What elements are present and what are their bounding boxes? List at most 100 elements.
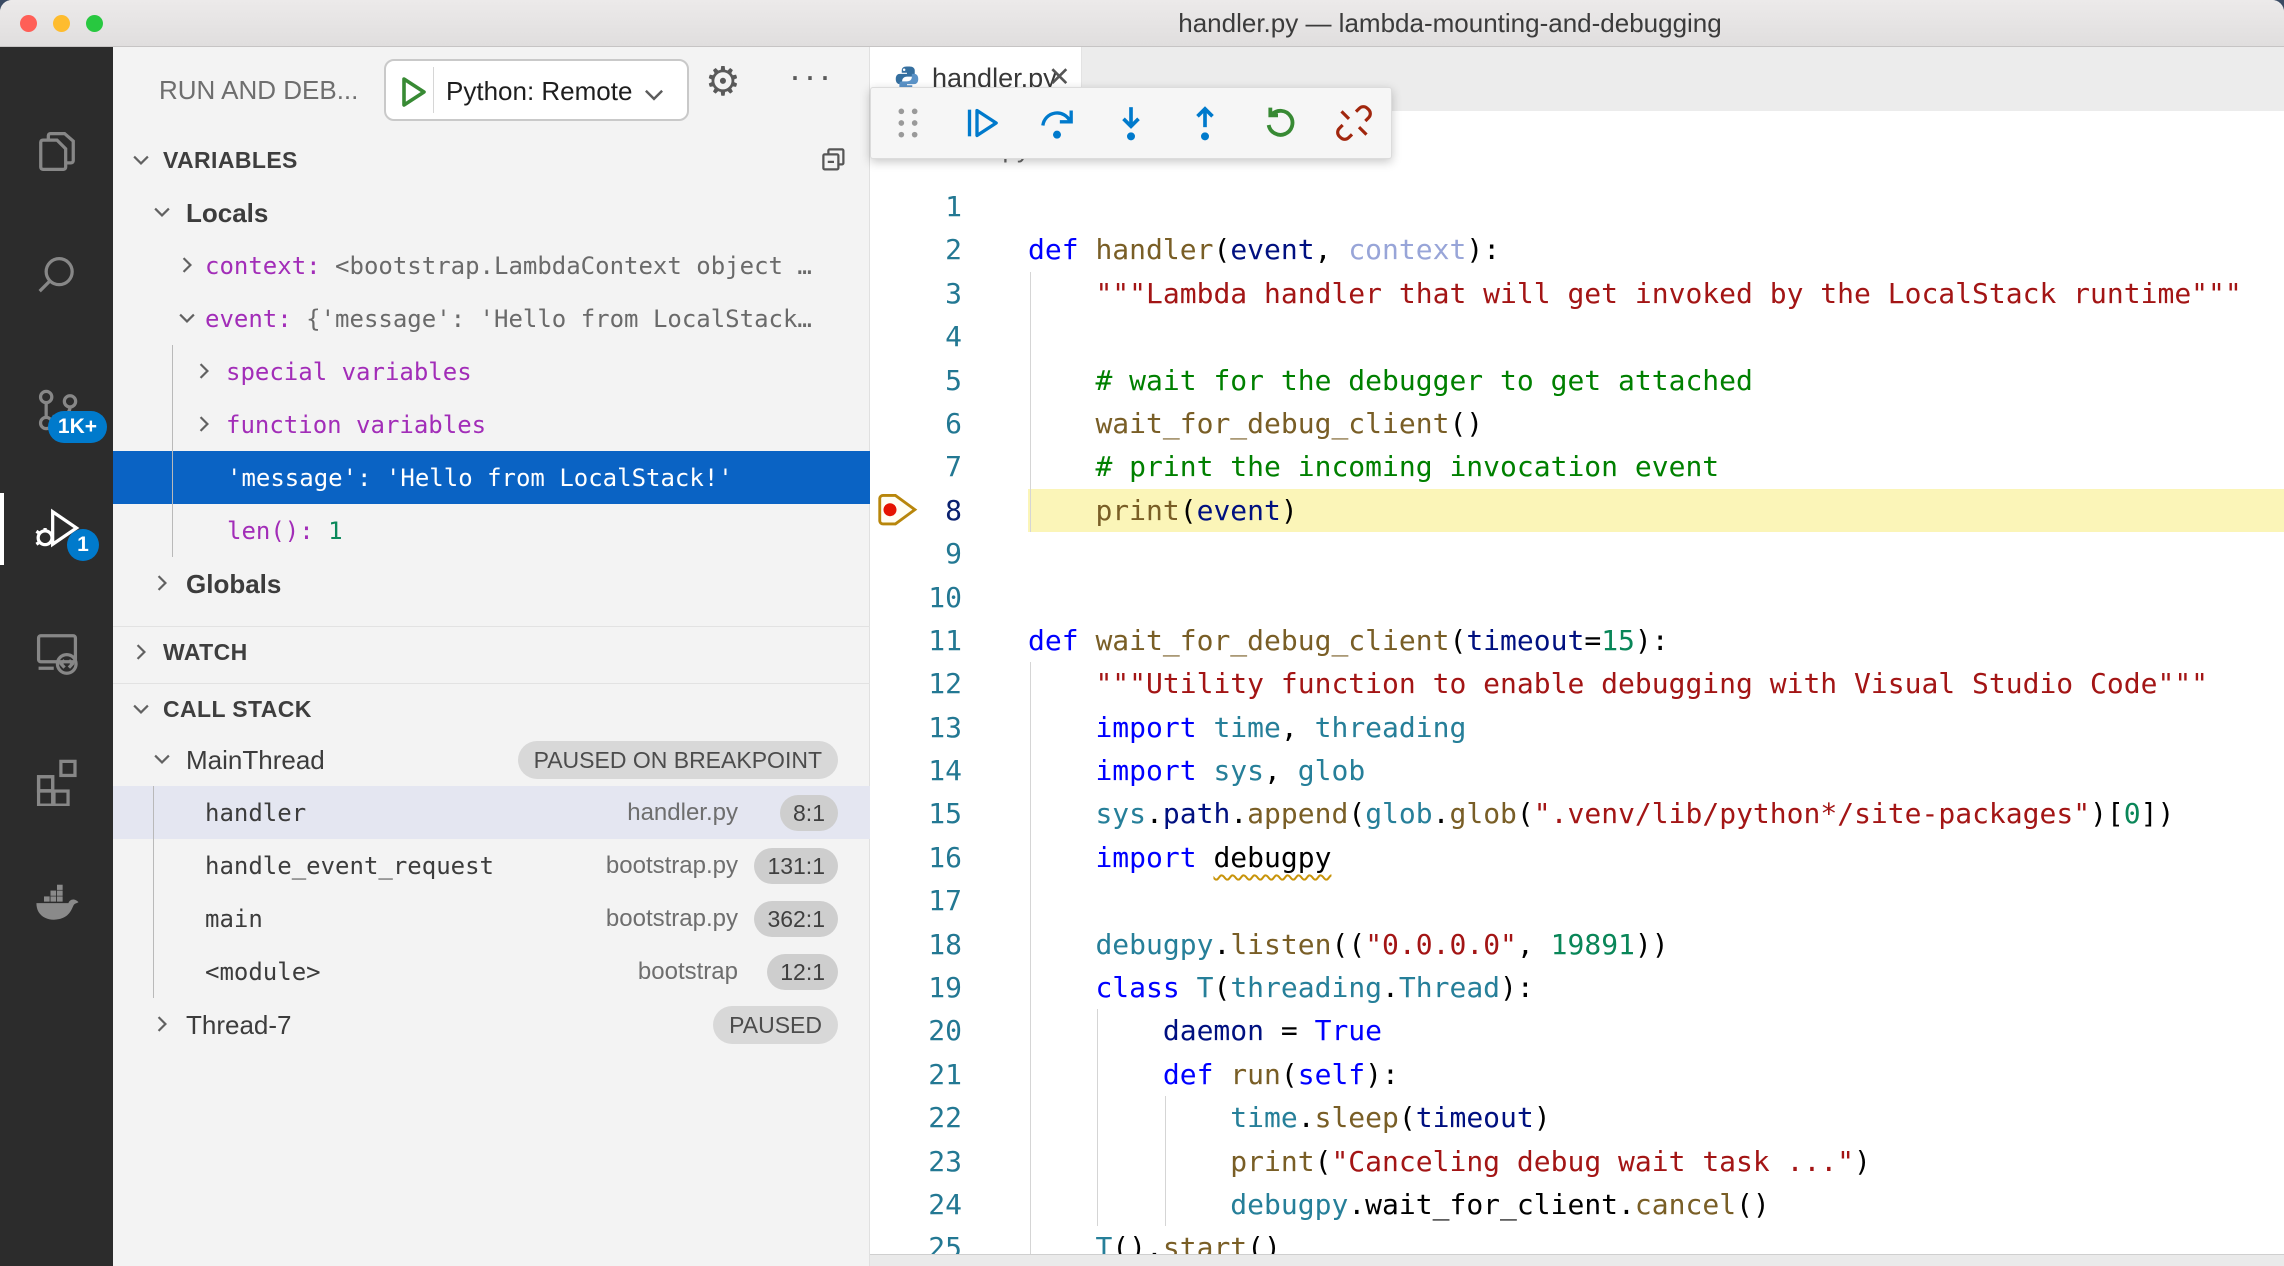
gutter-line-10[interactable]: 10 [870, 576, 1028, 619]
code-content-line-15[interactable]: sys.path.append(glob.glob(".venv/lib/pyt… [1028, 792, 2284, 835]
code-content-line-7[interactable]: # print the incoming invocation event [1028, 445, 2284, 488]
step-over-icon[interactable] [1034, 100, 1080, 146]
code-line-10[interactable]: 10 [870, 576, 2284, 619]
code-line-1[interactable]: 1 [870, 185, 2284, 228]
call-stack-row-main[interactable]: main362:1bootstrap.py [113, 892, 870, 945]
variables-section-header[interactable]: VARIABLES [113, 135, 870, 186]
code-line-3[interactable]: 3 """Lambda handler that will get invoke… [870, 272, 2284, 315]
chevron-down-icon[interactable] [130, 149, 152, 176]
gutter-line-23[interactable]: 23 [870, 1140, 1028, 1183]
code-content-line-3[interactable]: """Lambda handler that will get invoked … [1028, 272, 2284, 315]
code-line-24[interactable]: 24 debugpy.wait_for_client.cancel() [870, 1183, 2284, 1226]
code-line-11[interactable]: 11def wait_for_debug_client(timeout=15): [870, 619, 2284, 662]
code-content-line-8[interactable]: print(event) [1028, 489, 2284, 532]
code-line-16[interactable]: 16 import debugpy [870, 836, 2284, 879]
chevron-right-icon[interactable] [193, 360, 215, 387]
code-content-line-4[interactable] [1028, 315, 2284, 358]
code-line-21[interactable]: 21 def run(self): [870, 1053, 2284, 1096]
activity-docker-icon[interactable] [0, 861, 113, 947]
code-line-7[interactable]: 7 # print the incoming invocation event [870, 445, 2284, 488]
call-stack-row-handle-event-request[interactable]: handle_event_request131:1bootstrap.py [113, 839, 870, 892]
maximize-window-button[interactable] [86, 15, 103, 32]
code-line-17[interactable]: 17 [870, 879, 2284, 922]
code-line-22[interactable]: 22 time.sleep(timeout) [870, 1096, 2284, 1139]
horizontal-scrollbar[interactable] [870, 1254, 2284, 1266]
code-content-line-22[interactable]: time.sleep(timeout) [1028, 1096, 2284, 1139]
code-content-line-13[interactable]: import time, threading [1028, 706, 2284, 749]
continue-icon[interactable] [959, 100, 1005, 146]
gutter-line-18[interactable]: 18 [870, 923, 1028, 966]
variables-row-special-variables[interactable]: special variables [113, 345, 870, 398]
code-line-8[interactable]: 8 print(event) [870, 489, 2284, 532]
gutter-line-20[interactable]: 20 [870, 1009, 1028, 1052]
gutter-line-5[interactable]: 5 [870, 359, 1028, 402]
code-line-5[interactable]: 5 # wait for the debugger to get attache… [870, 359, 2284, 402]
chevron-down-icon[interactable] [151, 201, 173, 228]
call-stack-row-mainthread[interactable]: MainThreadPAUSED ON BREAKPOINT [113, 733, 870, 786]
code-content-line-10[interactable] [1028, 576, 2284, 619]
code-line-19[interactable]: 19 class T(threading.Thread): [870, 966, 2284, 1009]
more-actions-icon[interactable]: ··· [789, 55, 834, 97]
code-content-line-23[interactable]: print("Canceling debug wait task ...") [1028, 1140, 2284, 1183]
variables-row-function-variables[interactable]: function variables [113, 398, 870, 451]
code-content-line-2[interactable]: def handler(event, context): [1028, 228, 2284, 271]
gutter-line-1[interactable]: 1 [870, 185, 1028, 228]
gutter-line-19[interactable]: 19 [870, 966, 1028, 1009]
code-line-9[interactable]: 9 [870, 532, 2284, 575]
watch-section-header[interactable]: WATCH [113, 627, 870, 678]
breakpoint-current-line-icon[interactable] [875, 494, 921, 527]
code-line-4[interactable]: 4 [870, 315, 2284, 358]
step-out-icon[interactable] [1182, 100, 1228, 146]
gutter-line-17[interactable]: 17 [870, 879, 1028, 922]
chevron-down-icon[interactable] [641, 81, 667, 107]
disconnect-icon[interactable] [1331, 100, 1377, 146]
activity-search-icon[interactable] [0, 233, 113, 319]
code-content-line-5[interactable]: # wait for the debugger to get attached [1028, 359, 2284, 402]
code-content-line-19[interactable]: class T(threading.Thread): [1028, 966, 2284, 1009]
code-line-2[interactable]: 2def handler(event, context): [870, 228, 2284, 271]
code-line-23[interactable]: 23 print("Canceling debug wait task ..."… [870, 1140, 2284, 1183]
variables-row-event-[interactable]: event: {'message': 'Hello from LocalStac… [113, 292, 870, 345]
gutter-line-21[interactable]: 21 [870, 1053, 1028, 1096]
code-line-15[interactable]: 15 sys.path.append(glob.glob(".venv/lib/… [870, 792, 2284, 835]
gutter-line-14[interactable]: 14 [870, 749, 1028, 792]
code-line-20[interactable]: 20 daemon = True [870, 1009, 2284, 1052]
gear-icon[interactable]: ⚙ [705, 59, 741, 105]
code-content-line-6[interactable]: wait_for_debug_client() [1028, 402, 2284, 445]
gutter-line-12[interactable]: 12 [870, 662, 1028, 705]
code-line-13[interactable]: 13 import time, threading [870, 706, 2284, 749]
gutter-line-11[interactable]: 11 [870, 619, 1028, 662]
variables-row-context-[interactable]: context: <bootstrap.LambdaContext object… [113, 239, 870, 292]
gutter-line-9[interactable]: 9 [870, 532, 1028, 575]
code-line-12[interactable]: 12 """Utility function to enable debuggi… [870, 662, 2284, 705]
gutter-line-24[interactable]: 24 [870, 1183, 1028, 1226]
code-content-line-12[interactable]: """Utility function to enable debugging … [1028, 662, 2284, 705]
restart-icon[interactable] [1257, 100, 1303, 146]
chevron-right-icon[interactable] [151, 1013, 173, 1040]
activity-explorer-icon[interactable] [0, 109, 113, 195]
gutter-line-2[interactable]: 2 [870, 228, 1028, 271]
chevron-right-icon[interactable] [151, 572, 173, 599]
variables-row-locals[interactable]: Locals [113, 186, 870, 239]
code-content-line-11[interactable]: def wait_for_debug_client(timeout=15): [1028, 619, 2284, 662]
code-content-line-9[interactable] [1028, 532, 2284, 575]
minimize-window-button[interactable] [53, 15, 70, 32]
launch-config-label[interactable]: Python: Remote [446, 76, 632, 107]
chevron-down-icon[interactable] [176, 307, 198, 334]
code-content-line-14[interactable]: import sys, glob [1028, 749, 2284, 792]
code-line-6[interactable]: 6 wait_for_debug_client() [870, 402, 2284, 445]
code-content-line-21[interactable]: def run(self): [1028, 1053, 2284, 1096]
step-into-icon[interactable] [1108, 100, 1154, 146]
call-stack-row--module-[interactable]: <module>12:1bootstrap [113, 945, 870, 998]
code-content-line-16[interactable]: import debugpy [1028, 836, 2284, 879]
gutter-line-3[interactable]: 3 [870, 272, 1028, 315]
code-content-line-20[interactable]: daemon = True [1028, 1009, 2284, 1052]
start-debug-icon[interactable] [398, 75, 430, 109]
activity-remote-explorer-icon[interactable] [0, 609, 113, 695]
gutter-line-16[interactable]: 16 [870, 836, 1028, 879]
chevron-right-icon[interactable] [130, 641, 152, 668]
variables-row-globals[interactable]: Globals [113, 557, 870, 610]
close-window-button[interactable] [20, 15, 37, 32]
gutter-line-6[interactable]: 6 [870, 402, 1028, 445]
activity-extensions-icon[interactable] [0, 737, 113, 823]
